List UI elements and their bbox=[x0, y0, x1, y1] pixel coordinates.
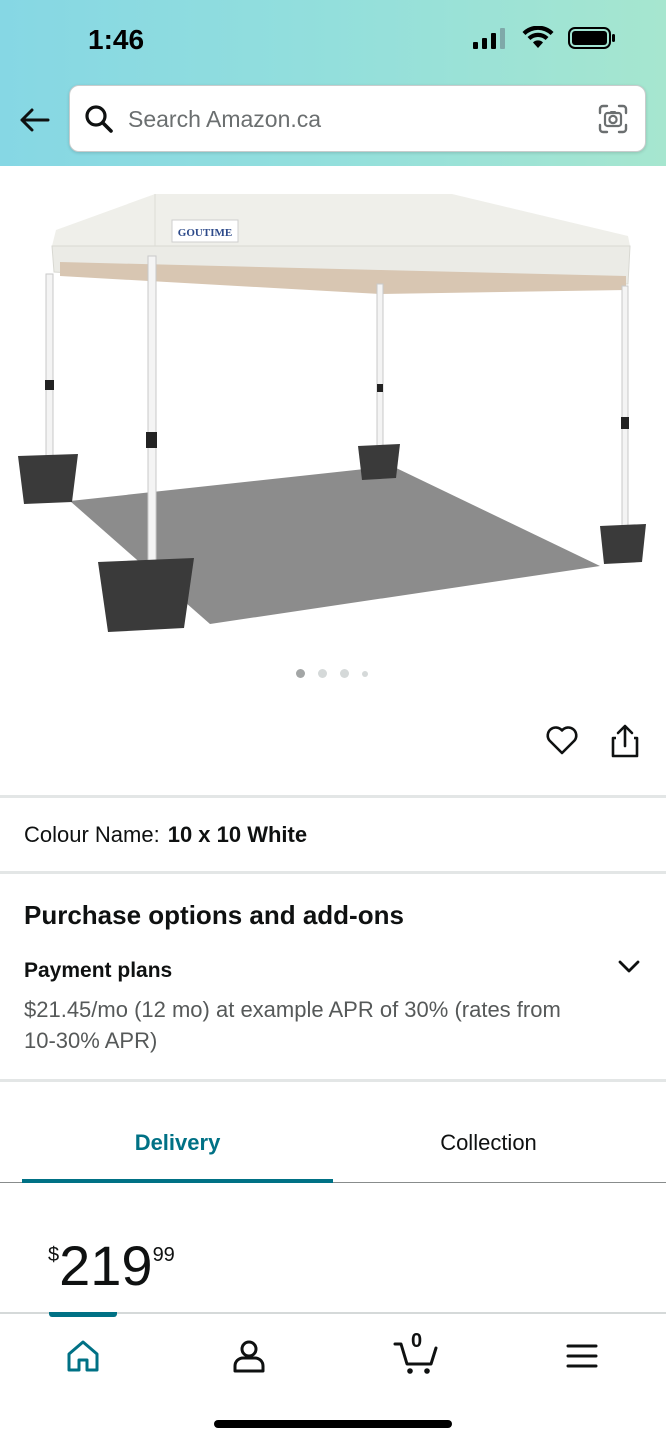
camera-search-icon[interactable] bbox=[597, 103, 629, 135]
payment-plans-title[interactable]: Payment plans bbox=[24, 959, 172, 983]
carousel-dot[interactable] bbox=[340, 669, 349, 678]
chevron-down-icon[interactable] bbox=[616, 954, 642, 980]
battery-icon bbox=[568, 27, 615, 49]
home-icon[interactable] bbox=[63, 1336, 103, 1376]
section-divider bbox=[0, 871, 666, 874]
account-icon[interactable] bbox=[229, 1336, 269, 1376]
active-tab-indicator bbox=[22, 1179, 333, 1183]
product-price: $ 219 99 bbox=[48, 1236, 175, 1296]
search-icon bbox=[85, 105, 113, 133]
status-time: 1:46 bbox=[88, 24, 145, 55]
carousel-dot[interactable] bbox=[318, 669, 327, 678]
price-fraction: 99 bbox=[152, 1244, 175, 1266]
cart-count-badge: 0 bbox=[411, 1330, 423, 1352]
section-divider bbox=[0, 795, 666, 798]
wifi-icon bbox=[522, 26, 554, 48]
section-divider bbox=[0, 1079, 666, 1082]
search-input[interactable] bbox=[128, 98, 578, 140]
price-whole: 219 bbox=[59, 1234, 153, 1297]
purchase-options-title: Purchase options and add-ons bbox=[24, 900, 404, 930]
status-icons bbox=[472, 26, 616, 50]
colour-name-row: Colour Name: 10 x 10 White bbox=[24, 822, 307, 848]
brand-logo-text: GOUTIME bbox=[178, 227, 232, 239]
price-currency-symbol: $ bbox=[48, 1244, 60, 1266]
wishlist-heart-icon[interactable] bbox=[544, 722, 580, 758]
colour-label: Colour Name: bbox=[24, 822, 160, 847]
tab-delivery[interactable]: Delivery bbox=[22, 1130, 333, 1156]
menu-icon[interactable] bbox=[562, 1336, 602, 1376]
carousel-dot[interactable] bbox=[362, 670, 368, 677]
tab-collection[interactable]: Collection bbox=[333, 1130, 644, 1156]
cellular-signal-icon bbox=[473, 28, 505, 49]
payment-plans-text: $21.45/mo (12 mo) at example APR of 30% … bbox=[24, 997, 561, 1053]
carousel-dot[interactable] bbox=[296, 669, 305, 678]
product-image[interactable]: GOUTIME bbox=[0, 166, 666, 646]
home-indicator[interactable] bbox=[214, 1420, 452, 1428]
back-arrow-icon[interactable] bbox=[16, 102, 52, 138]
image-carousel-dots[interactable] bbox=[296, 669, 368, 678]
share-icon[interactable] bbox=[608, 722, 642, 760]
bottom-navigation: 0 bbox=[0, 1312, 666, 1440]
colour-value: 10 x 10 White bbox=[167, 822, 308, 847]
nav-active-indicator bbox=[49, 1312, 117, 1317]
header-bar: 1:46 bbox=[0, 0, 666, 166]
search-box[interactable] bbox=[69, 85, 646, 152]
